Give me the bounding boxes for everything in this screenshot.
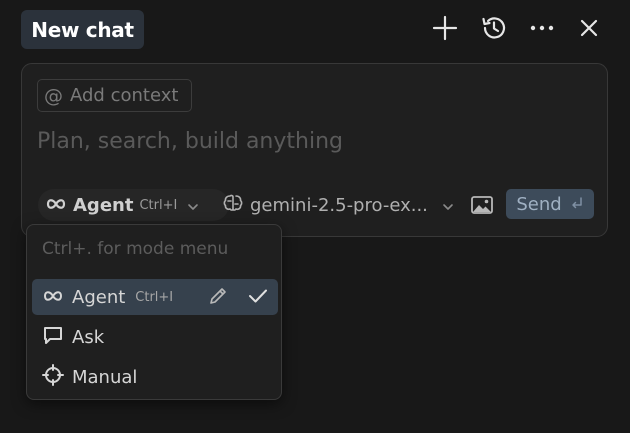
mode-menu: Ctrl+. for mode menu Agent Ctrl+I Ask Ma… — [26, 224, 282, 400]
chevron-down-icon — [187, 196, 199, 215]
mode-selector-button[interactable]: Agent Ctrl+I — [38, 189, 229, 221]
close-icon[interactable] — [573, 12, 605, 44]
tab-new-chat[interactable]: New chat — [21, 10, 144, 49]
pencil-icon[interactable] — [208, 286, 228, 311]
infinity-icon — [45, 196, 67, 215]
checkmark-icon — [248, 288, 268, 309]
plus-icon[interactable] — [429, 12, 461, 44]
model-selector-button[interactable]: gemini-2.5-pro-ex... — [221, 189, 477, 221]
model-name: gemini-2.5-pro-ex... — [250, 194, 428, 216]
mode-shortcut: Ctrl+I — [139, 197, 178, 213]
add-context-label: Add context — [70, 85, 179, 106]
crosshair-icon — [42, 363, 64, 391]
brain-icon — [222, 193, 244, 218]
mode-menu-hint: Ctrl+. for mode menu — [42, 239, 229, 259]
mode-menu-item-label: Manual — [72, 366, 138, 388]
add-context-button[interactable]: @ Add context — [37, 79, 192, 112]
history-icon[interactable] — [478, 12, 510, 44]
infinity-icon — [42, 287, 64, 308]
tab-label: New chat — [31, 17, 134, 42]
mode-menu-item-shortcut: Ctrl+I — [135, 289, 174, 305]
model-chevron-down-icon — [442, 195, 454, 216]
image-icon[interactable] — [470, 193, 494, 217]
chat-composer: @ Add context Agent Ctrl+I gemini-2.5-pr… — [21, 63, 608, 237]
mode-menu-item-label: Ask — [72, 326, 105, 348]
mode-menu-item-manual[interactable]: Manual — [32, 359, 278, 395]
mode-label: Agent — [73, 194, 134, 216]
at-icon: @ — [44, 84, 63, 107]
chat-bubble-icon — [42, 325, 64, 350]
send-button[interactable]: Send — [506, 189, 594, 219]
send-label: Send — [516, 193, 562, 215]
mode-menu-item-agent[interactable]: Agent Ctrl+I — [32, 279, 278, 315]
mode-menu-item-ask[interactable]: Ask — [32, 319, 278, 355]
mode-menu-item-label: Agent — [72, 286, 126, 308]
more-icon[interactable] — [526, 12, 558, 44]
prompt-input[interactable] — [37, 124, 577, 158]
enter-key-icon — [570, 194, 584, 215]
